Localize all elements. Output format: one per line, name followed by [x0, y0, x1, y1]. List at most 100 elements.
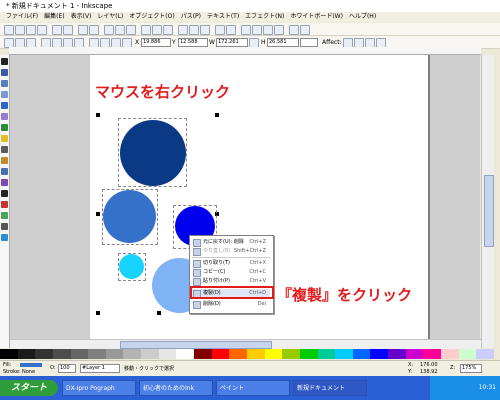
swatch[interactable]: [194, 349, 212, 359]
duplicate-icon[interactable]: [178, 25, 188, 35]
unit-select[interactable]: [300, 38, 318, 47]
ungroup-icon[interactable]: [226, 25, 236, 35]
cyan-circle[interactable]: [119, 254, 144, 279]
export-icon[interactable]: [63, 25, 73, 35]
swatch[interactable]: [282, 349, 300, 359]
unlink-clone-icon[interactable]: [200, 25, 210, 35]
swatch[interactable]: [264, 349, 283, 359]
text-font-icon[interactable]: [252, 25, 262, 35]
vertical-scrollbar[interactable]: [481, 55, 494, 348]
swatch[interactable]: [105, 349, 124, 359]
swatch[interactable]: [299, 349, 318, 359]
horizontal-scrollbar[interactable]: [10, 339, 481, 349]
gradient-tool-icon[interactable]: [1, 212, 8, 219]
menu-path[interactable]: パス(P): [181, 12, 201, 22]
swatch[interactable]: [370, 349, 389, 359]
opacity-field[interactable]: 100: [58, 364, 76, 373]
taskbar-item-inkscape[interactable]: 新規ドキュメント: [293, 380, 367, 396]
spiral-tool-icon[interactable]: [1, 146, 8, 153]
horizontal-scroll-thumb[interactable]: [120, 341, 272, 349]
vertical-scroll-thumb[interactable]: [484, 175, 494, 247]
align-icon[interactable]: [274, 25, 284, 35]
window-controls[interactable]: [474, 2, 498, 10]
undo-icon[interactable]: [78, 25, 88, 35]
ellipse-tool-icon[interactable]: [1, 124, 8, 131]
clone-icon[interactable]: [189, 25, 199, 35]
ctx-paste[interactable]: 貼り付け(P) Ctrl+V: [192, 277, 270, 286]
swatch[interactable]: [0, 349, 18, 359]
menu-layer[interactable]: レイヤ(L): [97, 12, 123, 22]
swatch[interactable]: [476, 349, 494, 359]
selection-handle-ml[interactable]: [96, 212, 100, 216]
w-field[interactable]: 172.261: [216, 38, 248, 47]
zoom-field[interactable]: 175%: [460, 364, 482, 373]
3d-box-tool-icon[interactable]: [1, 113, 8, 120]
color-palette[interactable]: [0, 349, 494, 359]
selection-handle-tl[interactable]: [96, 113, 100, 117]
selection-handle-bl[interactable]: [96, 311, 100, 315]
open-icon[interactable]: [15, 25, 25, 35]
swatch[interactable]: [441, 349, 459, 359]
copy-icon[interactable]: [104, 25, 114, 35]
preferences-icon[interactable]: [289, 25, 299, 35]
tweak-tool-icon[interactable]: [1, 80, 8, 87]
menu-file[interactable]: ファイル(F): [6, 12, 38, 22]
swatch[interactable]: [335, 349, 353, 359]
swatch[interactable]: [405, 349, 424, 359]
swatch[interactable]: [246, 349, 265, 359]
swatch[interactable]: [70, 349, 89, 359]
menu-effects[interactable]: エフェクト(N): [245, 12, 284, 22]
import-icon[interactable]: [52, 25, 62, 35]
layer-select[interactable]: #Layer 1: [80, 364, 120, 373]
menu-help[interactable]: ヘルプ(H): [349, 12, 376, 22]
swatch[interactable]: [88, 349, 106, 359]
swatch[interactable]: [35, 349, 53, 359]
mid-blue-circle[interactable]: [103, 190, 156, 243]
pencil-tool-icon[interactable]: [1, 157, 8, 164]
swatch[interactable]: [352, 349, 371, 359]
ctx-delete[interactable]: 削除(D) Del: [192, 300, 270, 309]
ctx-copy[interactable]: コピー(C) Ctrl+C: [192, 268, 270, 277]
cut-icon[interactable]: [115, 25, 125, 35]
swatch[interactable]: [211, 349, 230, 359]
swatch[interactable]: [423, 349, 442, 359]
selection-handle-tr[interactable]: [215, 113, 219, 117]
swatch[interactable]: [52, 349, 71, 359]
text-tool-icon[interactable]: [1, 190, 8, 197]
menu-whiteboard[interactable]: ホワイトボード(W): [290, 12, 343, 22]
x-field[interactable]: 19.886: [141, 38, 171, 47]
swatch[interactable]: [17, 349, 36, 359]
swatch[interactable]: [123, 349, 142, 359]
calligraphy-tool-icon[interactable]: [1, 179, 8, 186]
swatch[interactable]: [176, 349, 195, 359]
dark-blue-circle[interactable]: [120, 120, 186, 186]
ctx-cut[interactable]: 切り取り(T) Ctrl+X: [192, 259, 270, 268]
selection-handle-bm[interactable]: [157, 311, 161, 315]
zoom-drawing-icon[interactable]: [152, 25, 162, 35]
fill-indicator[interactable]: [20, 363, 42, 367]
ctx-redo[interactable]: やり直し(R) Shift+Ctrl+Z: [192, 247, 270, 256]
rectangle-tool-icon[interactable]: [1, 102, 8, 109]
ctx-undo[interactable]: 元に戻す(U): 削除 Ctrl+Z: [192, 238, 270, 247]
h-field[interactable]: 26.581: [267, 38, 299, 47]
xml-editor-icon[interactable]: [263, 25, 273, 35]
save-icon[interactable]: [26, 25, 36, 35]
group-icon[interactable]: [215, 25, 225, 35]
menu-edit[interactable]: 編集(E): [44, 12, 64, 22]
document-properties-icon[interactable]: [300, 25, 310, 35]
spray-tool-icon[interactable]: [1, 201, 8, 208]
menu-object[interactable]: オブジェクト(O): [129, 12, 174, 22]
swatch[interactable]: [458, 349, 477, 359]
y-field[interactable]: 12.588: [178, 38, 208, 47]
fill-stroke-icon[interactable]: [241, 25, 251, 35]
taskbar-item-paint[interactable]: ペイント: [216, 380, 290, 396]
swatch[interactable]: [317, 349, 336, 359]
swatch[interactable]: [158, 349, 177, 359]
start-button[interactable]: スタート: [0, 380, 58, 396]
paste-icon[interactable]: [126, 25, 136, 35]
menu-text[interactable]: テキスト(T): [207, 12, 239, 22]
swatch[interactable]: [388, 349, 406, 359]
swatch[interactable]: [229, 349, 247, 359]
taskbar-item-guide[interactable]: 初心者のためのInk: [139, 380, 213, 396]
menu-view[interactable]: 表示(V): [71, 12, 92, 22]
